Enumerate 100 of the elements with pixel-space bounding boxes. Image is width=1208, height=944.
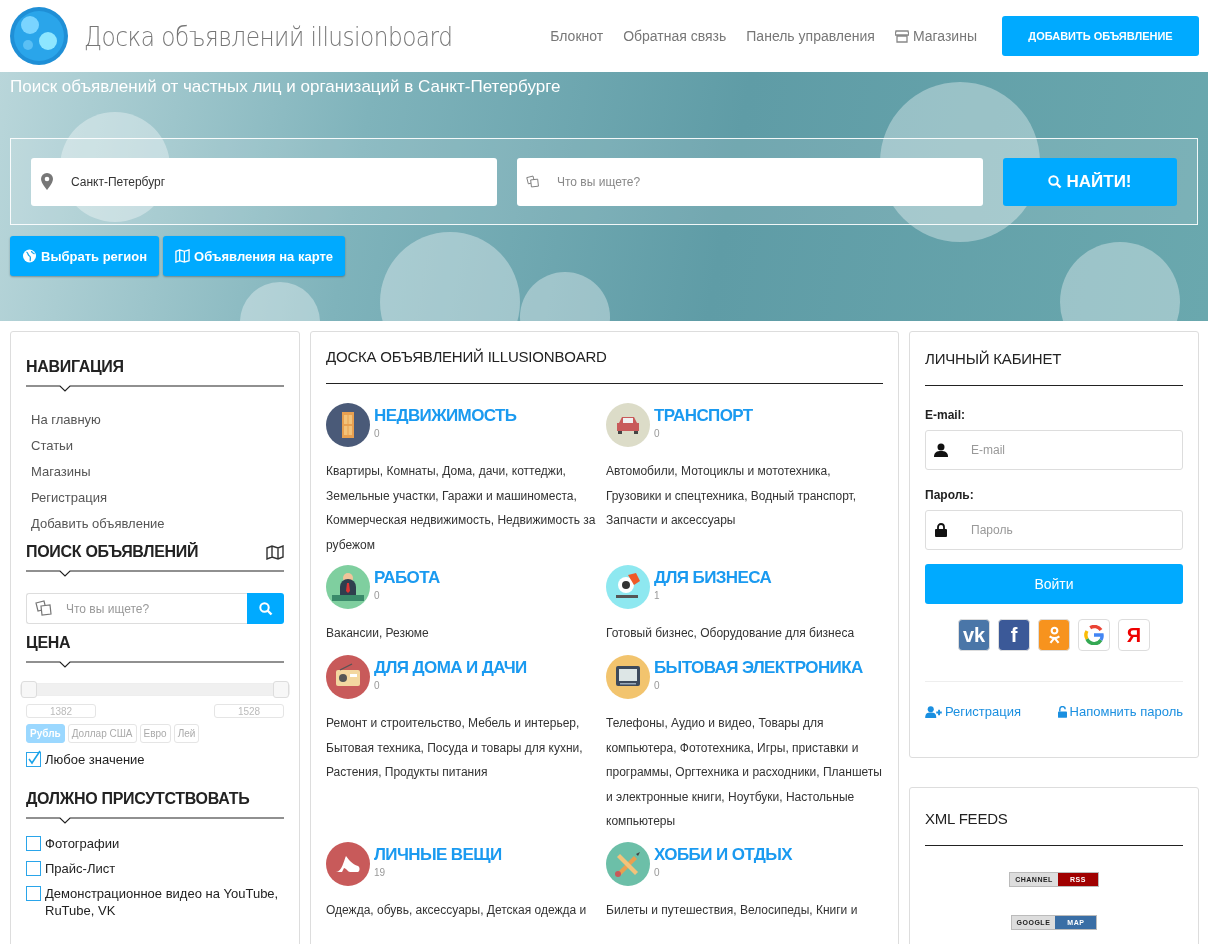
checkbox-label: Прайс-Лист — [45, 860, 116, 877]
sidebar-link[interactable]: Добавить объявление — [31, 516, 165, 531]
checkbox[interactable] — [26, 886, 41, 901]
checkbox-label: Любое значение — [45, 751, 145, 768]
price-range-slider[interactable] — [20, 683, 290, 696]
globe-icon — [22, 249, 37, 263]
map-button[interactable]: Объявления на карте — [163, 236, 346, 276]
region-button[interactable]: Выбрать регион — [10, 236, 160, 276]
category-link[interactable]: РАБОТА — [374, 568, 440, 588]
register-link[interactable]: Регистрация — [925, 704, 1021, 719]
add-user-icon — [925, 705, 942, 718]
listing-count: 19 — [374, 866, 387, 878]
checkbox[interactable] — [26, 861, 41, 876]
card-heading: ДОСКА ОБЪЯВЛЕНИЙ ILLUSIONBOARD — [326, 348, 608, 365]
search-button[interactable]: НАЙТИ! — [1003, 157, 1177, 206]
unlock-icon — [1057, 705, 1067, 718]
section-heading: ЦЕНА — [26, 634, 72, 652]
subcategory-list: Квартиры, Комнаты, Дома, дачи, коттеджи, Земельные участки, Гаражи и машиноместа, Коммерческая недвижимость, Недвижимость за рубежом — [326, 459, 606, 557]
location-field[interactable]: Санкт-Петербург — [31, 157, 497, 206]
category-link[interactable]: ХОББИ И ОТДЫХ — [654, 844, 792, 865]
listing-count: 1 — [654, 590, 661, 601]
checkbox[interactable] — [26, 752, 41, 767]
category-link[interactable]: БЫТОВАЯ ЭЛЕКТРОНИКА — [654, 658, 863, 678]
search-icon — [258, 601, 273, 616]
subcategory-list: Автомобили, Мотоциклы и мототехника, Грузовики и спецтехника, Водный транспорт, Запчасти и аксессуары — [606, 459, 886, 533]
facebook-login-button[interactable]: f — [998, 619, 1030, 651]
category-link[interactable]: ЛИЧНЫЕ ВЕЩИ — [374, 844, 502, 865]
shop-icon — [894, 29, 909, 43]
login-button[interactable]: Войти — [925, 564, 1183, 604]
card-heading: XML FEEDS — [925, 810, 1009, 827]
map-icon — [175, 249, 191, 263]
tags-icon — [526, 172, 540, 190]
subcategory-list: Телефоны, Аудио и видео, Товары для компьютера, Фототехника, Игры, приставки и программы, Оргтехника и расходники, Планшеты и электронные книги, Ноутбуки, Настольные компьютеры — [606, 711, 886, 834]
user-icon — [934, 443, 948, 457]
email-field[interactable]: E-mail — [925, 430, 1183, 470]
nav-link[interactable]: Магазины — [894, 28, 977, 44]
location-pin-icon — [40, 172, 54, 190]
yandex-login-button[interactable]: Я — [1118, 619, 1150, 651]
subcategory-list: Вакансии, Резюме — [326, 621, 606, 646]
person-icon — [1047, 625, 1061, 645]
subcategory-list: Готовый бизнес, Оборудование для бизнеса — [606, 621, 886, 646]
checkbox[interactable] — [26, 836, 41, 851]
subcategory-list: Одежда, обувь, аксессуары, Детская одежда и — [326, 897, 606, 922]
brush-icon[interactable] — [606, 841, 650, 886]
currency-toggle[interactable]: Лей — [173, 724, 200, 743]
search-icon — [1048, 174, 1063, 189]
google-icon — [1084, 625, 1104, 645]
checkbox-label: Фотографии — [45, 835, 120, 852]
section-heading: НАВИГАЦИЯ — [26, 358, 125, 376]
hero-tagline: Поиск объявлений от частных лиц и организаций в Санкт-Петербурге — [10, 77, 562, 98]
logo-icon[interactable] — [10, 7, 68, 65]
tags-icon — [35, 600, 53, 616]
category-link[interactable]: НЕДВИЖИМОСТЬ — [374, 406, 517, 426]
vk-login-button[interactable]: vk — [958, 619, 990, 651]
nav-link[interactable]: Обратная связь — [623, 28, 727, 44]
add-listing-button[interactable]: ДОБАВИТЬ ОБЪЯВЛЕНИЕ — [1002, 16, 1199, 56]
sidebar-link[interactable]: Регистрация — [31, 490, 107, 505]
section-heading: ПОИСК ОБЪЯВЛЕНИЙ — [26, 543, 199, 561]
price-max-field[interactable]: 1528 — [214, 704, 284, 718]
shoe-icon[interactable] — [326, 841, 370, 886]
card-heading: ЛИЧНЫЙ КАБИНЕТ — [925, 350, 1063, 367]
search-query-field[interactable]: Что вы ищете? — [517, 157, 983, 206]
currency-toggle[interactable]: Доллар США — [67, 724, 137, 743]
person-icon[interactable] — [326, 565, 370, 609]
listing-count: 0 — [374, 590, 381, 601]
price-min-field[interactable]: 1382 — [26, 704, 96, 718]
listing-count: 0 — [654, 680, 661, 691]
category-link[interactable]: ТРАНСПОРТ — [654, 406, 753, 426]
remind-password-link[interactable]: Напомнить пароль — [1057, 704, 1183, 719]
field-label: E-mail: — [925, 408, 966, 422]
sidebar-search-field[interactable]: Что вы ищете? — [26, 593, 247, 624]
site-title[interactable]: Доска объявлений illusionboard — [84, 20, 453, 52]
tv-icon[interactable] — [606, 655, 650, 699]
sidebar-link[interactable]: На главную — [31, 412, 101, 427]
category-link[interactable]: ДЛЯ БИЗНЕСА — [654, 568, 772, 588]
nav-link[interactable]: Блокнот — [550, 28, 604, 44]
map-icon[interactable] — [266, 544, 284, 560]
field-label: Пароль: — [925, 488, 975, 502]
password-field[interactable]: Пароль — [925, 510, 1183, 550]
radio-icon[interactable] — [326, 655, 370, 699]
currency-toggle[interactable]: Евро — [139, 724, 171, 743]
section-heading: ДОЛЖНО ПРИСУТСТВОВАТЬ — [26, 790, 251, 808]
category-link[interactable]: ДЛЯ ДОМА И ДАЧИ — [374, 658, 527, 678]
sidebar-link[interactable]: Магазины — [31, 464, 91, 479]
lock-icon — [934, 523, 948, 537]
car-icon[interactable] — [606, 403, 650, 447]
checkbox-label: Демонстрационное видео на YouTube, RuTube, VK — [45, 885, 280, 919]
listing-count: 0 — [654, 866, 661, 878]
search-button[interactable] — [247, 593, 284, 624]
slider-handle[interactable] — [21, 681, 37, 698]
currency-toggle[interactable]: Рубль — [26, 724, 65, 743]
slider-handle[interactable] — [273, 681, 289, 698]
subcategory-list: Билеты и путешествия, Велосипеды, Книги и — [606, 897, 886, 922]
sidebar-link[interactable]: Статьи — [31, 438, 74, 453]
listing-count: 0 — [374, 428, 381, 439]
ok-login-button[interactable] — [1038, 619, 1070, 651]
nav-link[interactable]: Панель управления — [746, 28, 875, 44]
listing-count: 0 — [654, 428, 661, 439]
door-icon[interactable] — [326, 403, 370, 447]
google-login-button[interactable] — [1078, 619, 1110, 651]
